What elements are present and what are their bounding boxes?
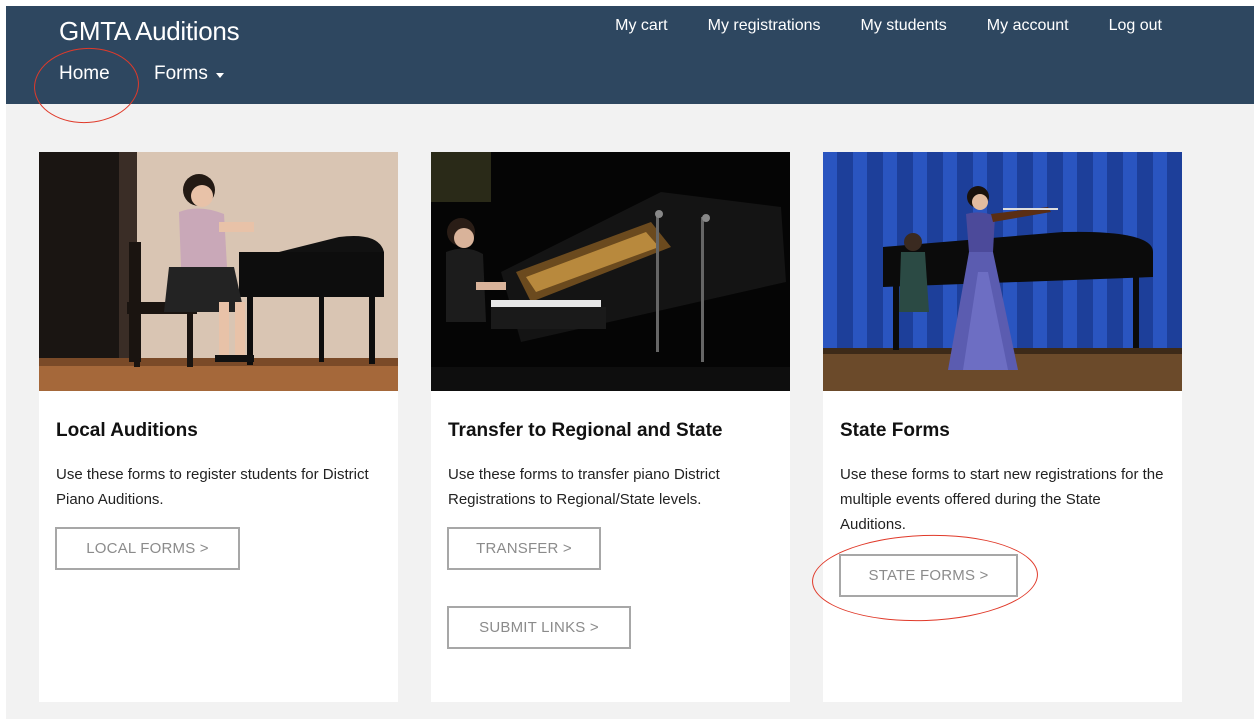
state-forms-button[interactable]: STATE FORMS > bbox=[839, 554, 1018, 597]
card-title: State Forms bbox=[840, 420, 950, 441]
nav-my-registrations[interactable]: My registrations bbox=[708, 17, 821, 35]
nav-forms-dropdown[interactable]: Forms bbox=[154, 63, 224, 85]
card-description: Use these forms to register students for… bbox=[56, 466, 369, 508]
card-description: Use these forms to transfer piano Distri… bbox=[448, 466, 720, 508]
site-brand[interactable]: GMTA Auditions bbox=[59, 16, 240, 47]
page: GMTA Auditions Home Forms My cart My reg… bbox=[6, 6, 1254, 719]
nav-my-students[interactable]: My students bbox=[861, 17, 947, 35]
local-forms-button[interactable]: LOCAL FORMS > bbox=[55, 527, 240, 570]
caret-down-icon bbox=[215, 72, 224, 78]
card-image-violinist-on-stage bbox=[823, 152, 1182, 391]
nav-my-cart[interactable]: My cart bbox=[615, 17, 667, 35]
transfer-button[interactable]: TRANSFER > bbox=[447, 527, 601, 570]
card-description: Use these forms to start new registratio… bbox=[840, 466, 1164, 533]
nav-home[interactable]: Home bbox=[59, 63, 110, 85]
card-title: Transfer to Regional and State bbox=[448, 420, 723, 441]
card-local-auditions: Local Auditions Use these forms to regis… bbox=[39, 152, 398, 702]
nav-log-out[interactable]: Log out bbox=[1109, 17, 1162, 35]
submit-links-button[interactable]: SUBMIT LINKS > bbox=[447, 606, 631, 649]
nav-forms-label: Forms bbox=[154, 63, 208, 84]
card-transfer: Transfer to Regional and State Use these… bbox=[431, 152, 790, 702]
account-nav: My cart My registrations My students My … bbox=[615, 17, 1162, 35]
card-state-forms: State Forms Use these forms to start new… bbox=[823, 152, 1182, 702]
nav-my-account[interactable]: My account bbox=[987, 17, 1069, 35]
card-image-girl-at-piano bbox=[39, 152, 398, 391]
card-image-grand-piano-stage bbox=[431, 152, 790, 391]
card-title: Local Auditions bbox=[56, 420, 198, 441]
navbar: GMTA Auditions Home Forms My cart My reg… bbox=[6, 6, 1254, 104]
